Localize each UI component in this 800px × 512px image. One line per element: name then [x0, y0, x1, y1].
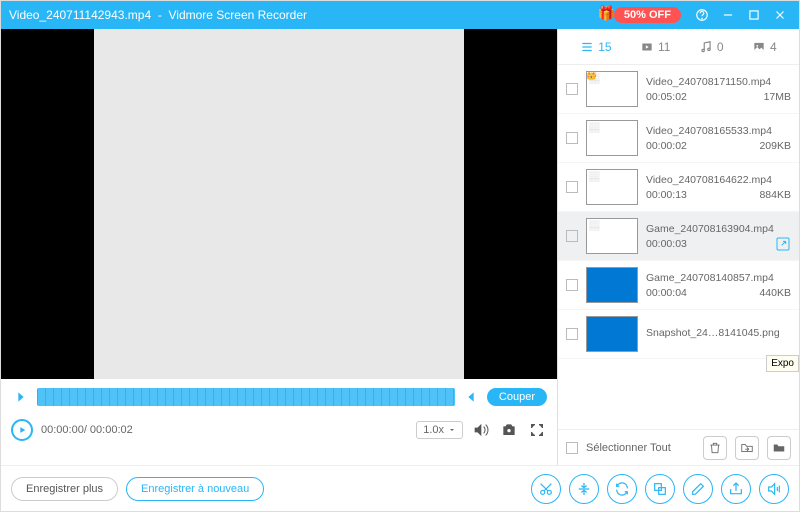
thumbnail: 👑░░░░░░░░░░░░░░░ [586, 71, 638, 107]
select-all-label: Sélectionner Tout [586, 442, 671, 454]
thumbnail: ░░░░░░░░░░░░░░░ [586, 120, 638, 156]
file-size: 209KB [759, 140, 791, 152]
timeline-row: Couper [1, 379, 557, 415]
trim-tool[interactable] [531, 474, 561, 504]
video-preview[interactable] [1, 29, 557, 379]
item-checkbox[interactable] [566, 181, 578, 193]
thumbnail [586, 267, 638, 303]
convert-tool[interactable] [607, 474, 637, 504]
file-duration: 00:00:02 [646, 140, 687, 152]
export-tooltip: Expo [766, 355, 799, 372]
filter-tabs: 15 11 0 4 [558, 29, 799, 65]
thumbnail: ░░░░░░░░░░░░░░░ [586, 218, 638, 254]
select-all-row: Sélectionner Tout [558, 429, 799, 465]
preview-pane: Couper 00:00:00/ 00:00:02 1.0x [1, 29, 558, 465]
compress-tool[interactable] [569, 474, 599, 504]
timecode: 00:00:00/ 00:00:02 [41, 424, 133, 436]
play-button[interactable] [11, 419, 33, 441]
record-more-button[interactable]: Enregistrer plus [11, 477, 118, 501]
tab-video[interactable]: 11 [640, 40, 670, 54]
record-again-button[interactable]: Enregistrer à nouveau [126, 477, 264, 501]
help-icon[interactable] [691, 4, 713, 26]
file-duration: 00:00:04 [646, 287, 687, 299]
file-name: Video_240708171150.mp4 [646, 76, 791, 88]
list-item[interactable]: ░░░░░░░░░░░░░░░ Video_240708165533.mp4 00:… [558, 114, 799, 163]
fullscreen-icon[interactable] [527, 420, 547, 440]
file-name: Game_240708163904.mp4 [646, 223, 791, 235]
tab-audio[interactable]: 0 [699, 40, 724, 54]
file-size: 440KB [759, 287, 791, 299]
item-checkbox[interactable] [566, 328, 578, 340]
timeline-ruler[interactable] [37, 388, 455, 406]
list-item[interactable]: Game_240708140857.mp4 00:00:04 440KB [558, 261, 799, 310]
thumbnail: ░░░░░░░░░░░░░░░ [586, 169, 638, 205]
open-folder-button[interactable] [735, 436, 759, 460]
volume-icon[interactable] [471, 420, 491, 440]
tab-image[interactable]: 4 [752, 40, 777, 54]
file-duration: 00:00:03 [646, 238, 687, 250]
speed-selector[interactable]: 1.0x [416, 421, 463, 439]
select-all-checkbox[interactable] [566, 442, 578, 454]
player-controls: 00:00:00/ 00:00:02 1.0x [1, 415, 557, 449]
delete-button[interactable] [703, 436, 727, 460]
export-icon[interactable] [775, 236, 791, 252]
file-name: Snapshot_24…8141045.png [646, 327, 791, 339]
thumbnail [586, 316, 638, 352]
edit-tool[interactable] [683, 474, 713, 504]
maximize-icon[interactable] [743, 4, 765, 26]
folder-button[interactable] [767, 436, 791, 460]
file-duration: 00:05:02 [646, 91, 687, 103]
file-name: Game_240708140857.mp4 [646, 272, 791, 284]
share-tool[interactable] [721, 474, 751, 504]
item-checkbox[interactable] [566, 279, 578, 291]
file-name: Video_240708165533.mp4 [646, 125, 791, 137]
item-checkbox[interactable] [566, 132, 578, 144]
list-item[interactable]: Snapshot_24…8141045.png [558, 310, 799, 359]
snapshot-icon[interactable] [499, 420, 519, 440]
list-item[interactable]: 👑░░░░░░░░░░░░░░░ Video_240708171150.mp4 00… [558, 65, 799, 114]
trim-end-icon[interactable] [461, 387, 481, 407]
file-size: 884KB [759, 189, 791, 201]
list-item[interactable]: ░░░░░░░░░░░░░░░ Game_240708163904.mp4 00:0… [558, 212, 799, 261]
history-pane: 15 11 0 4 Expo 👑░░░░░░░░░░░░░░░ Video_240… [558, 29, 799, 465]
trim-start-icon[interactable] [11, 387, 31, 407]
file-name: Video_240708164622.mp4 [646, 174, 791, 186]
cut-button[interactable]: Couper [487, 388, 547, 406]
window-title: Video_240711142943.mp4 - Vidmore Screen … [9, 8, 614, 22]
file-size: 17MB [764, 91, 791, 103]
tab-all[interactable]: 15 [580, 40, 611, 54]
titlebar: Video_240711142943.mp4 - Vidmore Screen … [1, 1, 799, 29]
volume-tool[interactable] [759, 474, 789, 504]
close-icon[interactable] [769, 4, 791, 26]
file-list[interactable]: Expo 👑░░░░░░░░░░░░░░░ Video_240708171150.… [558, 65, 799, 429]
item-checkbox[interactable] [566, 83, 578, 95]
promo-badge[interactable]: 50% OFF [614, 7, 681, 23]
minimize-icon[interactable] [717, 4, 739, 26]
footer-toolbar: Enregistrer plus Enregistrer à nouveau [1, 465, 799, 511]
merge-tool[interactable] [645, 474, 675, 504]
file-duration: 00:00:13 [646, 189, 687, 201]
list-item[interactable]: ░░░░░░░░░░░░░░░ Video_240708164622.mp4 00:… [558, 163, 799, 212]
item-checkbox[interactable] [566, 230, 578, 242]
